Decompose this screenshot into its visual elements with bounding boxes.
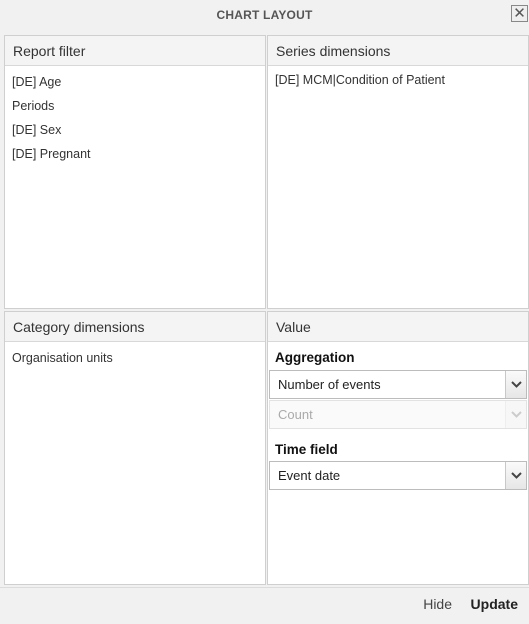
time-field-dropdown-trigger[interactable] [505, 462, 526, 489]
window-titlebar: CHART LAYOUT ✕ [0, 0, 529, 31]
category-dimensions-panel[interactable]: Category dimensions Organisation units [4, 311, 266, 585]
hide-button[interactable]: Hide [423, 596, 452, 612]
close-icon: ✕ [513, 5, 526, 22]
chevron-down-icon [510, 381, 522, 388]
value-header: Value [268, 312, 528, 342]
series-item-condition-of-patient[interactable]: [DE] MCM|Condition of Patient [268, 70, 528, 92]
report-filter-panel[interactable]: Report filter [DE] Age Periods [DE] Sex … [4, 35, 266, 309]
value-panel: Value Aggregation Number of events Count… [267, 311, 529, 585]
aggregation-dropdown-trigger[interactable] [505, 371, 526, 398]
time-field-select-value: Event date [278, 468, 341, 483]
report-filter-item-age[interactable]: [DE] Age [5, 70, 265, 94]
aggregation-sub-select: Count [269, 400, 527, 429]
window-title: CHART LAYOUT [216, 8, 313, 22]
report-filter-header: Report filter [5, 36, 265, 66]
series-dimensions-header: Series dimensions [268, 36, 528, 66]
aggregation-select[interactable]: Number of events [269, 370, 527, 399]
aggregation-label: Aggregation [275, 350, 355, 365]
close-button[interactable]: ✕ [511, 5, 528, 22]
report-filter-item-pregnant[interactable]: [DE] Pregnant [5, 142, 265, 166]
category-dimensions-list[interactable]: Organisation units [5, 342, 265, 370]
report-filter-list[interactable]: [DE] Age Periods [DE] Sex [DE] Pregnant [5, 66, 265, 166]
category-item-organisation-units[interactable]: Organisation units [5, 346, 265, 370]
series-dimensions-list[interactable]: [DE] MCM|Condition of Patient [268, 66, 528, 92]
aggregation-select-value: Number of events [278, 377, 381, 392]
aggregation-sub-dropdown-trigger [505, 401, 526, 428]
chevron-down-icon [510, 472, 522, 479]
time-field-label: Time field [275, 442, 338, 457]
category-dimensions-header: Category dimensions [5, 312, 265, 342]
chevron-down-icon [510, 411, 522, 418]
time-field-select[interactable]: Event date [269, 461, 527, 490]
series-dimensions-panel[interactable]: Series dimensions [DE] MCM|Condition of … [267, 35, 529, 309]
report-filter-item-sex[interactable]: [DE] Sex [5, 118, 265, 142]
report-filter-item-periods[interactable]: Periods [5, 94, 265, 118]
chart-layout-window: CHART LAYOUT ✕ Report filter [DE] Age Pe… [0, 0, 529, 624]
update-button[interactable]: Update [471, 596, 518, 612]
dialog-footer: Hide Update [0, 587, 529, 622]
aggregation-sub-select-value: Count [278, 407, 313, 422]
